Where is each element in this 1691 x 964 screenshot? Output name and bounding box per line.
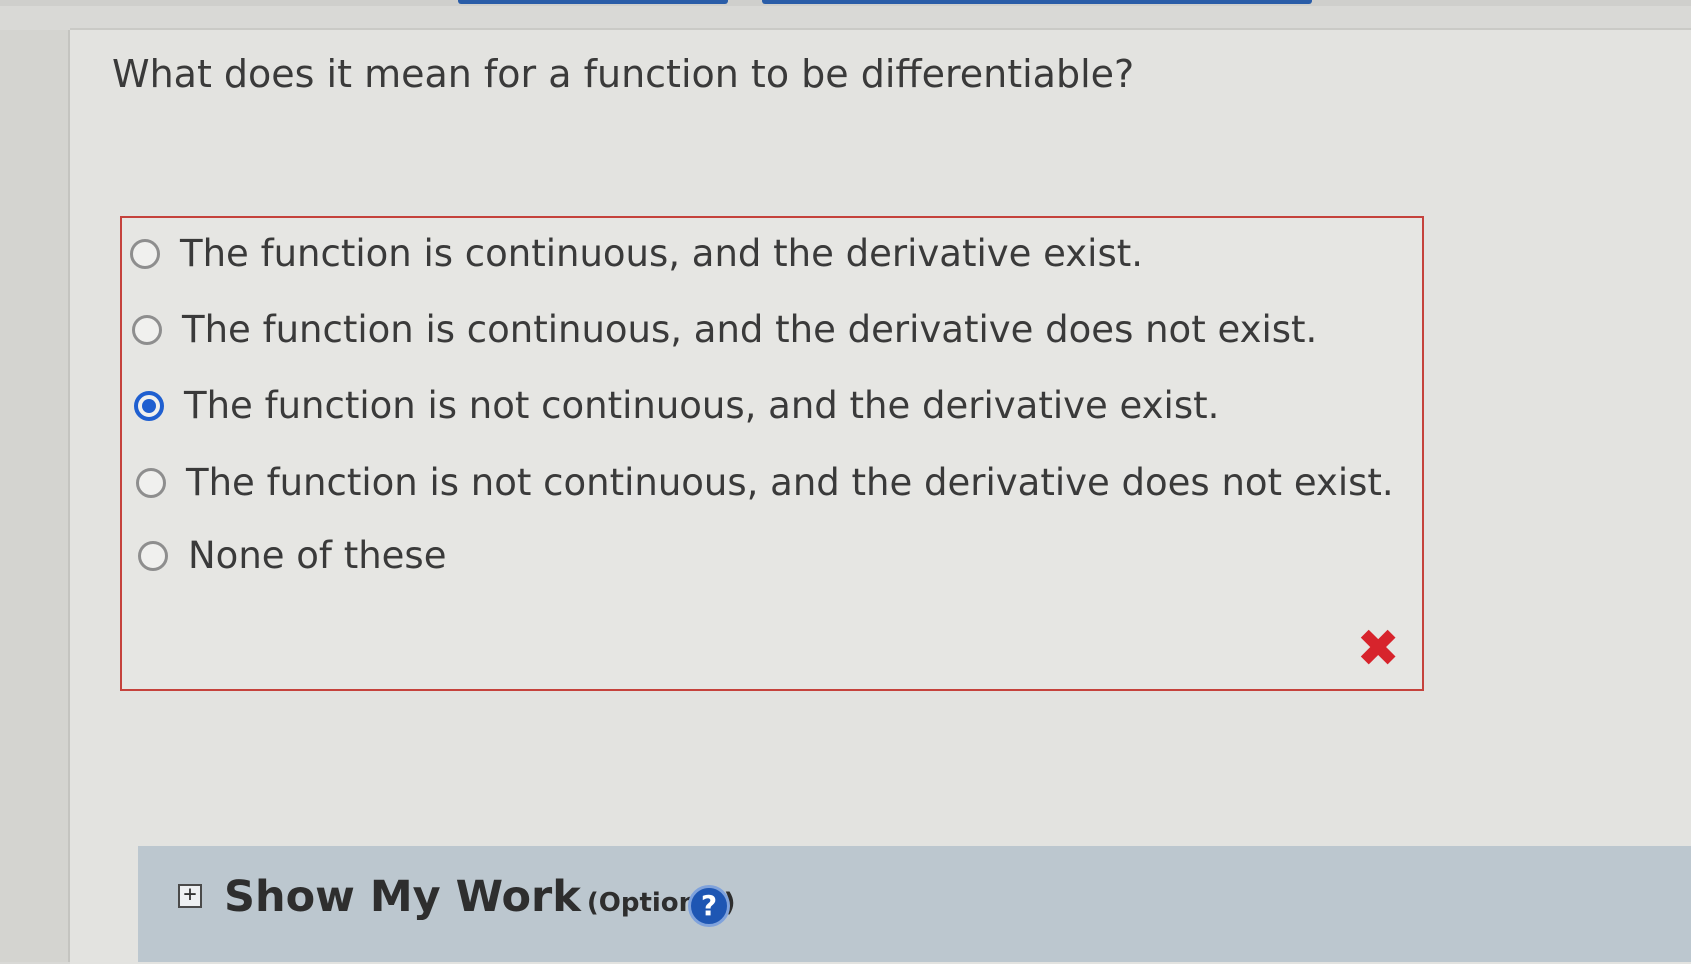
radio-button[interactable] [132,314,162,345]
show-my-work-bar[interactable]: + Show My Work (Optional) ? [138,846,1691,962]
question-text: What does it mean for a function to be d… [112,52,1135,96]
tab-indicator [762,0,1312,4]
radio-button[interactable] [138,540,168,571]
show-my-work-title: Show My Work [224,872,581,922]
radio-button[interactable] [130,238,160,269]
left-margin [0,30,70,962]
tab-indicator [458,0,728,4]
option-label: The function is not continuous, and the … [184,384,1220,427]
option-label: The function is continuous, and the deri… [180,232,1144,275]
option-label: The function is not continuous, and the … [186,461,1394,504]
option-label: The function is continuous, and the deri… [182,308,1318,351]
answer-option-3[interactable]: The function is not continuous, and the … [134,384,1219,427]
answer-option-5[interactable]: None of these [138,534,446,577]
help-icon[interactable]: ? [688,885,730,927]
radio-button[interactable] [136,467,166,498]
answer-options-box: The function is continuous, and the deri… [120,216,1424,691]
radio-button-selected[interactable] [134,390,164,421]
answer-option-2[interactable]: The function is continuous, and the deri… [132,308,1317,351]
answer-option-4[interactable]: The function is not continuous, and the … [136,461,1394,504]
selected-dot [142,398,156,413]
expand-icon[interactable]: + [178,884,202,908]
top-tab-strip [0,0,1691,6]
show-my-work-toggle[interactable]: Show My Work (Optional) [224,872,736,922]
answer-option-1[interactable]: The function is continuous, and the deri… [130,232,1143,275]
option-label: None of these [188,534,447,577]
x-mark-icon: ✖ [1356,619,1400,679]
